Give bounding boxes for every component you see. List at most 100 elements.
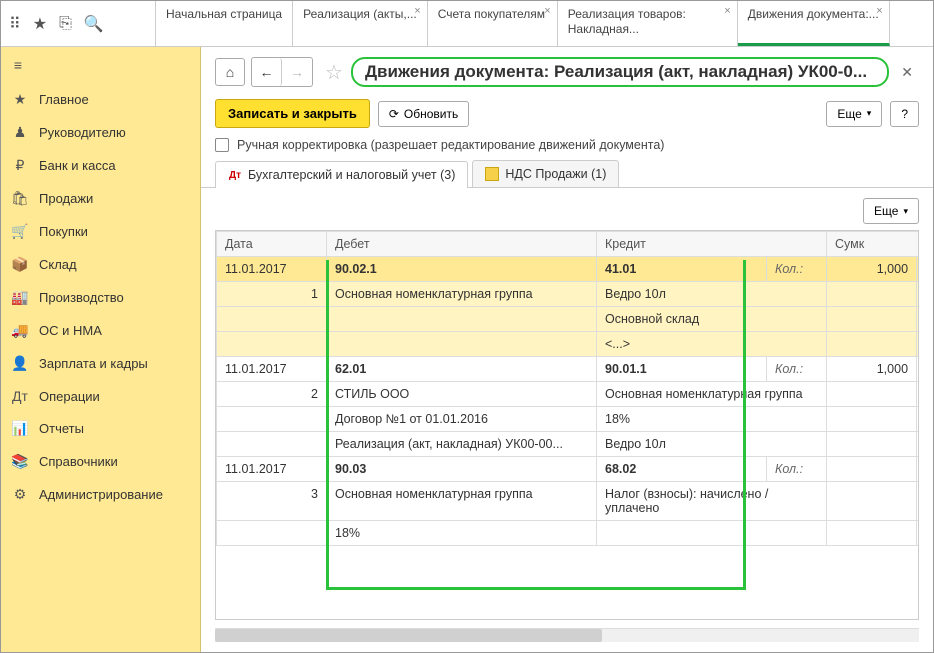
- cell-debit-line: Договор №1 от 01.01.2016: [327, 407, 597, 432]
- sidebar-item[interactable]: ⚙Администрирование: [1, 478, 200, 511]
- col-credit[interactable]: Кредит: [597, 232, 827, 257]
- sidebar-item[interactable]: ₽Банк и касса: [1, 149, 200, 182]
- tab-close-icon[interactable]: ×: [414, 5, 420, 19]
- cell-credit-acc: 90.01.1: [597, 357, 767, 382]
- sidebar-item[interactable]: 📚Справочники: [1, 445, 200, 478]
- cell-ext: [917, 257, 919, 282]
- tab-close-icon[interactable]: ×: [544, 5, 550, 19]
- cell-qty-label: Кол.:: [767, 457, 827, 482]
- chevron-down-icon: ▾: [867, 108, 872, 119]
- manual-edit-label: Ручная корректировка (разрешает редактир…: [237, 138, 664, 152]
- top-tab[interactable]: Реализация (акты,...×: [293, 1, 428, 46]
- sidebar-icon: 🏭: [11, 289, 29, 306]
- top-row: ⠿ ★ ⎘ 🔍 Начальная страницаРеализация (ак…: [1, 1, 933, 47]
- table-subrow[interactable]: 2СТИЛЬ ООООсновная номенклатурная группа…: [217, 382, 920, 407]
- back-button[interactable]: ←: [252, 58, 282, 86]
- top-tab[interactable]: Счета покупателям×: [428, 1, 558, 46]
- table-subrow[interactable]: 1Основная номенклатурная группаВедро 10л…: [217, 282, 920, 307]
- tab-close-icon[interactable]: ×: [876, 5, 882, 19]
- cell-debit-line: Основная номенклатурная группа: [327, 482, 597, 521]
- cell-credit-line: Основная номенклатурная группа: [597, 382, 827, 407]
- scroll-thumb[interactable]: [215, 629, 602, 642]
- horizontal-scrollbar[interactable]: [215, 628, 919, 642]
- sidebar-label: Справочники: [39, 454, 118, 469]
- refresh-button[interactable]: ⟳ Обновить: [378, 101, 469, 127]
- table-subrow[interactable]: Договор №1 от 01.01.201618% това: [217, 407, 920, 432]
- top-tab[interactable]: Начальная страница: [156, 1, 293, 46]
- sidebar-item[interactable]: 📊Отчеты: [1, 412, 200, 445]
- search-icon[interactable]: 🔍: [84, 14, 104, 34]
- sidebar-item[interactable]: 🛒 Покупки: [1, 215, 200, 248]
- sidebar-item[interactable]: ДтОперации: [1, 380, 200, 412]
- cell-debit-line: Основная номенклатурная группа: [327, 282, 597, 307]
- inner-tab-label: Бухгалтерский и налоговый учет (3): [248, 168, 455, 182]
- home-button[interactable]: ⌂: [215, 58, 245, 86]
- cell-ext: това: [917, 407, 919, 432]
- cell-sum: 1,000: [827, 357, 917, 382]
- cell-debit-line: Реализация (акт, накладная) УК00-00...: [327, 432, 597, 457]
- entries-table: Дата Дебет Кредит Сумк 11.01.201790.02.1…: [216, 231, 919, 546]
- forward-button[interactable]: →: [282, 58, 312, 86]
- cell-debit-acc: 90.03: [327, 457, 597, 482]
- cell-row-num: 3: [217, 482, 327, 521]
- sidebar-label: ОС и НМА: [39, 323, 102, 338]
- grid-more-button[interactable]: Еще ▾: [863, 198, 919, 224]
- inner-tabs: ДтБухгалтерский и налоговый учет (3) НДС …: [201, 160, 933, 188]
- manual-edit-checkbox[interactable]: [215, 138, 229, 152]
- vat-icon: [485, 167, 499, 181]
- sidebar-icon: Дт: [11, 388, 29, 404]
- sidebar-icon: 🛒: [11, 223, 29, 240]
- col-debit[interactable]: Дебет: [327, 232, 597, 257]
- sidebar-item[interactable]: ★Главное: [1, 83, 200, 116]
- top-tab[interactable]: Реализация товаров: Накладная...×: [558, 1, 738, 46]
- cell-debit-line: 18%: [327, 521, 597, 546]
- table-subrow[interactable]: Основной складтова: [217, 307, 920, 332]
- sidebar-item[interactable]: 📦Склад: [1, 248, 200, 281]
- title-bar: ⌂ ← → ☆ Движения документа: Реализация (…: [201, 47, 933, 93]
- star-icon[interactable]: ★: [33, 14, 47, 34]
- cell-ext: Реал: [917, 282, 919, 307]
- cell-ext: [917, 457, 919, 482]
- cell-ext: Реал: [917, 382, 919, 407]
- sidebar-item[interactable]: ♟Руководителю: [1, 116, 200, 149]
- cell-credit-line: [597, 521, 827, 546]
- clipboard-icon[interactable]: ⎘: [59, 15, 72, 33]
- table-subrow[interactable]: <...>: [217, 332, 920, 357]
- top-icon-bar: ⠿ ★ ⎘ 🔍: [1, 1, 156, 46]
- toolbar: Записать и закрыть ⟳ Обновить Еще ▾ ?: [201, 93, 933, 134]
- inner-tab-label: НДС Продажи (1): [505, 167, 606, 181]
- help-button[interactable]: ?: [890, 101, 919, 127]
- col-sum[interactable]: Сумк: [827, 232, 919, 257]
- close-icon[interactable]: ✕: [895, 64, 919, 81]
- col-date[interactable]: Дата: [217, 232, 327, 257]
- tab-close-icon[interactable]: ×: [724, 5, 730, 19]
- favorite-icon[interactable]: ☆: [325, 60, 343, 85]
- sidebar-icon: 🚚: [11, 322, 29, 339]
- cell-debit-line: [327, 307, 597, 332]
- sidebar-item[interactable]: 🚚 ОС и НМА: [1, 314, 200, 347]
- sidebar-label: Покупки: [39, 224, 88, 239]
- sidebar-item[interactable]: 🛍Продажи: [1, 182, 200, 215]
- grid[interactable]: Дата Дебет Кредит Сумк 11.01.201790.02.1…: [215, 230, 919, 620]
- cell-ext: Реал: [917, 482, 919, 521]
- sidebar-item[interactable]: 👤Зарплата и кадры: [1, 347, 200, 380]
- sidebar-item[interactable]: 🏭Производство: [1, 281, 200, 314]
- table-subrow[interactable]: 18%това: [217, 521, 920, 546]
- top-tab[interactable]: Движения документа:...×: [738, 1, 890, 46]
- save-close-button[interactable]: Записать и закрыть: [215, 99, 370, 128]
- table-row[interactable]: 11.01.201790.02.141.01Кол.:1,000: [217, 257, 920, 282]
- cell-credit-line: 18%: [597, 407, 827, 432]
- inner-tab[interactable]: ДтБухгалтерский и налоговый учет (3): [215, 161, 468, 188]
- cell-credit-acc: 41.01: [597, 257, 767, 282]
- more-button[interactable]: Еще ▾: [826, 101, 882, 127]
- table-header-row: Дата Дебет Кредит Сумк: [217, 232, 920, 257]
- table-row[interactable]: 11.01.201762.0190.01.1Кол.:1,000: [217, 357, 920, 382]
- sidebar-toggle[interactable]: ≡: [1, 47, 200, 83]
- sidebar-icon: 📊: [11, 420, 29, 437]
- cell-debit-acc: 62.01: [327, 357, 597, 382]
- inner-tab[interactable]: НДС Продажи (1): [472, 160, 619, 187]
- apps-icon[interactable]: ⠿: [9, 14, 21, 34]
- table-subrow[interactable]: 3Основная номенклатурная группаНалог (вз…: [217, 482, 920, 521]
- table-row[interactable]: 11.01.201790.0368.02Кол.:: [217, 457, 920, 482]
- table-subrow[interactable]: Реализация (акт, накладная) УК00-00...Ве…: [217, 432, 920, 457]
